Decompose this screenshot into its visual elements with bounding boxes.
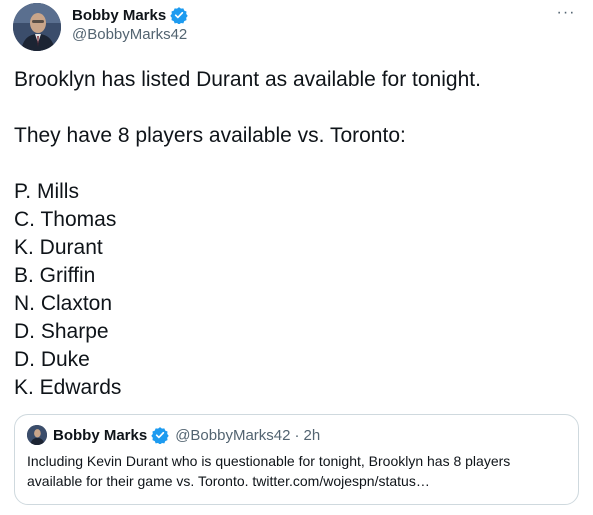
profile-photo-icon — [27, 425, 47, 445]
player-item: B. Griffin — [14, 264, 96, 287]
quoted-tweet-text: Including Kevin Durant who is questionab… — [27, 453, 511, 489]
quoted-author-handle: @BobbyMarks42 — [175, 426, 291, 444]
player-item: K. Edwards — [14, 376, 122, 399]
verified-badge-icon — [170, 6, 188, 25]
profile-photo-icon — [13, 3, 61, 51]
player-item: P. Mills — [14, 180, 79, 203]
tweet-line-2: They have 8 players available vs. Toront… — [14, 124, 406, 147]
player-item: C. Thomas — [14, 208, 117, 231]
dot-separator: · — [294, 426, 300, 444]
tweet-card: Bobby Marks @BobbyMarks42 ··· Brooklyn h… — [0, 0, 593, 515]
quoted-author-display-name: Bobby Marks — [53, 426, 148, 444]
player-item: D. Sharpe — [14, 320, 109, 343]
author-avatar[interactable] — [13, 3, 61, 51]
quoted-tweet-header: Bobby Marks @BobbyMarks42 · 2h — [27, 425, 566, 445]
player-item: K. Durant — [14, 236, 103, 259]
tweet-line-1: Brooklyn has listed Durant as available … — [14, 68, 481, 91]
tweet-text: Brooklyn has listed Durant as available … — [14, 66, 579, 402]
author-handle[interactable]: @BobbyMarks42 — [72, 26, 187, 43]
author-display-name[interactable]: Bobby Marks — [72, 7, 166, 24]
quoted-tweet-card[interactable]: Bobby Marks @BobbyMarks42 · 2h Including… — [14, 414, 579, 505]
more-options-icon[interactable]: ··· — [553, 2, 579, 24]
author-name-row[interactable]: Bobby Marks — [72, 5, 188, 25]
player-item: D. Duke — [14, 348, 90, 371]
verified-badge-icon — [151, 426, 169, 445]
quoted-author-avatar — [27, 425, 47, 445]
quoted-tweet-timestamp: 2h — [303, 426, 321, 444]
player-item: N. Claxton — [14, 292, 113, 315]
